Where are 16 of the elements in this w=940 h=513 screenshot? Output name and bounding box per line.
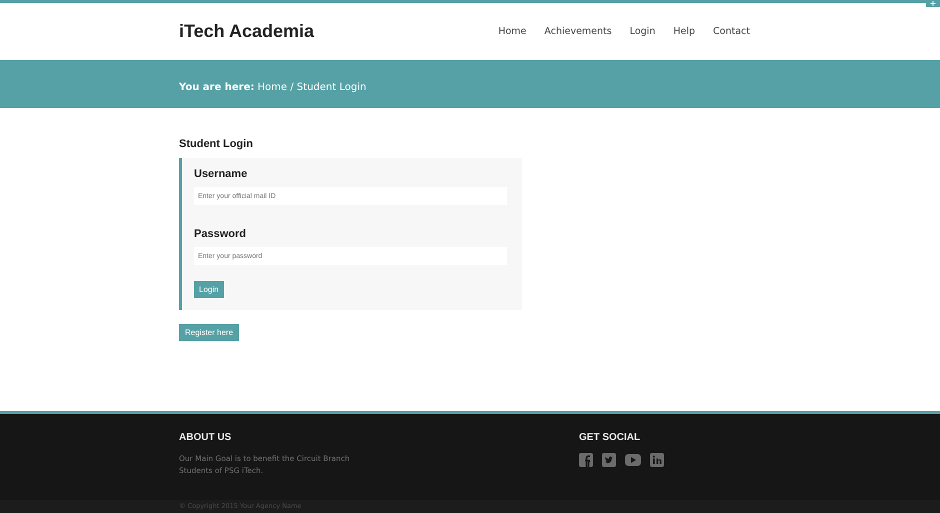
facebook-icon[interactable] — [579, 453, 593, 467]
nav-link[interactable]: Login — [630, 26, 656, 37]
site-logo[interactable]: iTech Academia — [179, 21, 314, 42]
breadcrumb: You are here: Home / Student Login — [179, 82, 366, 92]
nav-link[interactable]: Contact — [713, 26, 750, 37]
nav-link[interactable]: Achievements — [544, 26, 612, 37]
linkedin-icon[interactable] — [650, 453, 664, 467]
field-label: Username — [194, 168, 248, 180]
footer-heading: GET SOCIAL — [579, 432, 642, 443]
field-label: Password — [194, 228, 247, 240]
nav-link[interactable]: Home — [498, 26, 526, 37]
nav-link[interactable]: Help — [673, 26, 696, 37]
twitter-icon[interactable] — [602, 453, 616, 467]
footer-heading: ABOUT US — [179, 432, 232, 443]
section-title: Student Login — [179, 138, 253, 150]
play-icon[interactable] — [625, 454, 641, 466]
